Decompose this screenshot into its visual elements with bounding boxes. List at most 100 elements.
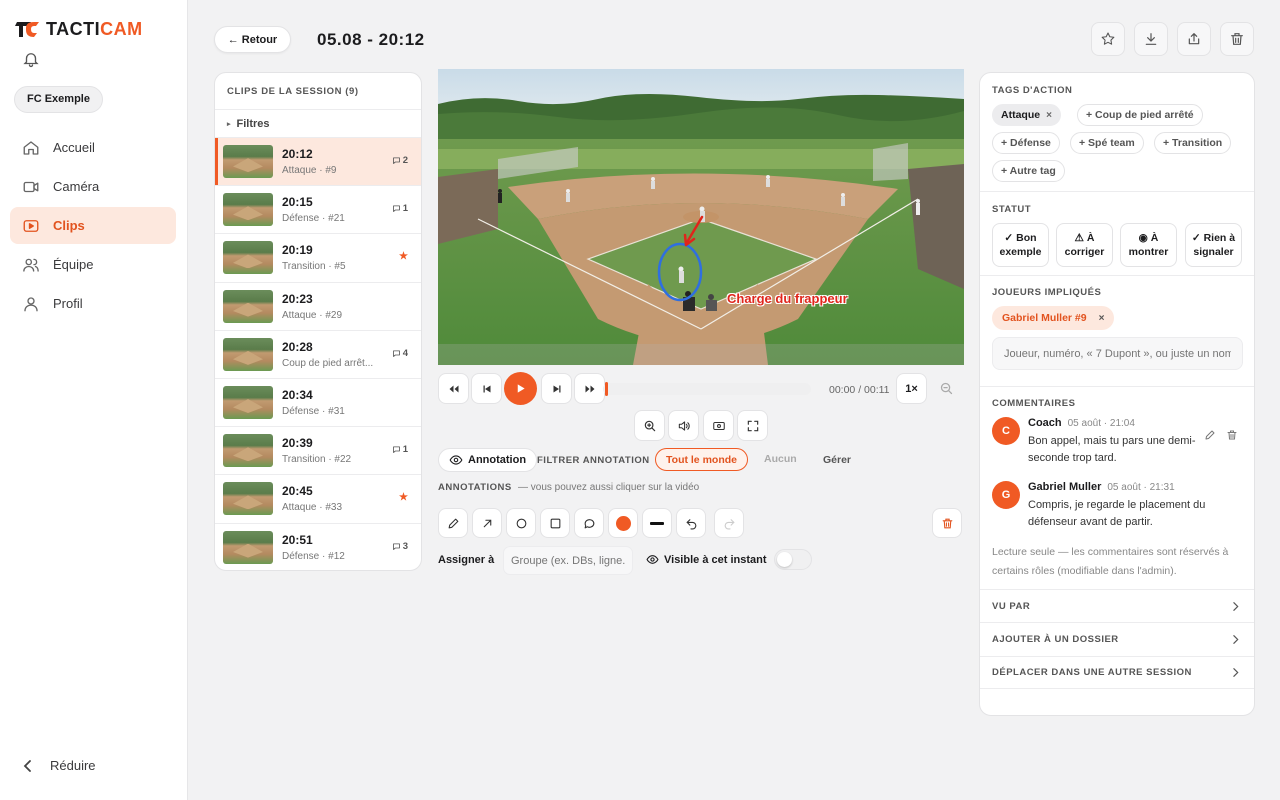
color-picker[interactable] [608, 508, 638, 538]
download-button[interactable] [1134, 22, 1168, 56]
pencil-icon [1205, 430, 1215, 440]
status-line2: exemple [999, 246, 1042, 258]
clip-row[interactable]: 20:34 Défense · #31 [215, 379, 421, 428]
video-player[interactable]: Charge du frappeur [438, 69, 964, 365]
share-button[interactable] [1177, 22, 1211, 56]
volume-icon [678, 420, 690, 431]
comment-text: Compris, je regarde le placement du défe… [1028, 499, 1206, 528]
divider [980, 275, 1254, 276]
divider [980, 386, 1254, 387]
annotation-toggle[interactable]: Annotation [438, 448, 538, 472]
comment-count-value: 1 [402, 203, 408, 215]
nav-item-clips[interactable]: Clips [10, 207, 176, 244]
user-icon [24, 296, 38, 311]
rewind-button[interactable] [438, 373, 469, 404]
play-button[interactable] [504, 372, 537, 405]
trash-icon [1227, 430, 1237, 440]
org-badge[interactable]: FC Exemple [14, 86, 103, 113]
visible-now-toggle[interactable] [774, 549, 812, 570]
next-button[interactable] [541, 373, 572, 404]
clip-row[interactable]: 20:23 Attaque · #29 [215, 283, 421, 331]
header-actions [1091, 22, 1254, 56]
add-to-folder-row[interactable]: AJOUTER À UN DOSSIER [980, 622, 1254, 655]
chevron-right-icon [1233, 668, 1239, 677]
volume-button[interactable] [668, 410, 699, 441]
arrow-tool[interactable] [472, 508, 502, 538]
delete-button[interactable] [1220, 22, 1254, 56]
edit-comment-button[interactable] [1204, 429, 1216, 444]
clip-row[interactable]: 20:51 Défense · #12 3 [215, 524, 421, 571]
back-button[interactable]: ← Retour [214, 26, 291, 53]
clip-row[interactable]: 20:28 Coup de pied arrêt... 4 [215, 331, 421, 379]
timeline-scrubber[interactable] [603, 382, 811, 396]
playback-speed-button[interactable]: 1× [896, 373, 927, 404]
filters-toggle[interactable]: ▸ Filtres [215, 110, 421, 138]
zoom-out-icon[interactable] [939, 381, 954, 399]
remove-player-icon[interactable]: × [1099, 313, 1105, 324]
filter-none-button[interactable]: Aucun [764, 453, 797, 465]
visible-now-label: Visible à cet instant [646, 553, 767, 566]
text-bubble-tool[interactable] [574, 508, 604, 538]
zoom-in-button[interactable] [634, 410, 665, 441]
captions-button[interactable] [703, 410, 734, 441]
video-annotation-label: Charge du frappeur [727, 291, 848, 306]
previous-button[interactable] [471, 373, 502, 404]
player-chip[interactable]: Gabriel Muller #9 × [992, 306, 1115, 330]
visible-now-text: Visible à cet instant [664, 553, 767, 566]
logo[interactable]: TACTICAM [14, 18, 143, 40]
move-session-row[interactable]: DÉPLACER DANS UNE AUTRE SESSION [980, 656, 1254, 689]
nav-item-accueil[interactable]: Accueil [10, 129, 176, 166]
tag-add-transition[interactable]: + Transition [1154, 132, 1232, 154]
remove-tag-icon[interactable]: × [1046, 110, 1052, 121]
clip-row[interactable]: 20:45 Attaque · #33 ★ [215, 475, 421, 524]
avatar: G [992, 481, 1020, 509]
stroke-width-picker[interactable] [642, 508, 672, 538]
bell-icon[interactable] [22, 50, 40, 68]
nav-item-camera[interactable]: Caméra [10, 168, 176, 205]
fullscreen-button[interactable] [737, 410, 768, 441]
seen-by-row[interactable]: VU PAR [980, 589, 1254, 622]
manage-filters-button[interactable]: Gérer [815, 448, 859, 471]
fast-forward-button[interactable] [574, 373, 605, 404]
tag-add-other[interactable]: + Autre tag [992, 160, 1065, 182]
clip-row[interactable]: 20:12 Attaque · #9 2 [215, 138, 421, 187]
tag-add-coup-de-pied[interactable]: + Coup de pied arrêté [1077, 104, 1203, 126]
eye-icon [449, 455, 463, 465]
scrubber-handle[interactable] [605, 382, 608, 396]
status-line1: ⚠ À [1074, 232, 1095, 244]
clip-row[interactable]: 20:19 Transition · #5 ★ [215, 234, 421, 283]
clip-time: 20:12 [282, 147, 313, 162]
clip-time: 20:19 [282, 243, 313, 258]
status-nothing-to-report[interactable]: ✓ Rien à signaler [1185, 223, 1242, 267]
delete-comment-button[interactable] [1226, 429, 1238, 444]
nav-item-equipe[interactable]: Équipe [10, 246, 176, 283]
delete-annotation-button[interactable] [932, 508, 962, 538]
tag-add-defense[interactable]: + Défense [992, 132, 1060, 154]
tag-add-spe-team[interactable]: + Spé team [1070, 132, 1144, 154]
status-to-correct[interactable]: ⚠ À corriger [1056, 223, 1113, 267]
nav-item-profil[interactable]: Profil [10, 285, 176, 322]
favorite-button[interactable] [1091, 22, 1125, 56]
clip-thumbnail [223, 434, 273, 468]
status-to-show[interactable]: ◉ À montrer [1120, 223, 1177, 267]
undo-button[interactable] [676, 508, 706, 538]
rectangle-tool[interactable] [540, 508, 570, 538]
redo-button[interactable] [714, 508, 744, 538]
clip-row[interactable]: 20:15 Défense · #21 1 [215, 186, 421, 235]
clip-thumbnail [223, 145, 273, 179]
assign-group-input[interactable] [503, 546, 633, 575]
clip-thumbnail [223, 530, 273, 564]
tag-attaque[interactable]: Attaque × [992, 104, 1061, 126]
clip-row[interactable]: 20:39 Transition · #22 1 [215, 427, 421, 476]
collapse-sidebar-button[interactable]: Réduire [22, 758, 96, 773]
clip-subtitle: Transition · #22 [282, 454, 352, 466]
row-label: DÉPLACER DANS UNE AUTRE SESSION [992, 667, 1192, 678]
pen-tool[interactable] [438, 508, 468, 538]
status-line2: montrer [1128, 246, 1169, 258]
clip-thumbnail [223, 482, 273, 516]
filter-everyone-button[interactable]: Tout le monde [655, 448, 748, 471]
status-good-example[interactable]: ✓ Bon exemple [992, 223, 1049, 267]
player-search-input[interactable] [992, 337, 1243, 370]
clip-subtitle: Transition · #5 [282, 261, 346, 273]
circle-tool[interactable] [506, 508, 536, 538]
